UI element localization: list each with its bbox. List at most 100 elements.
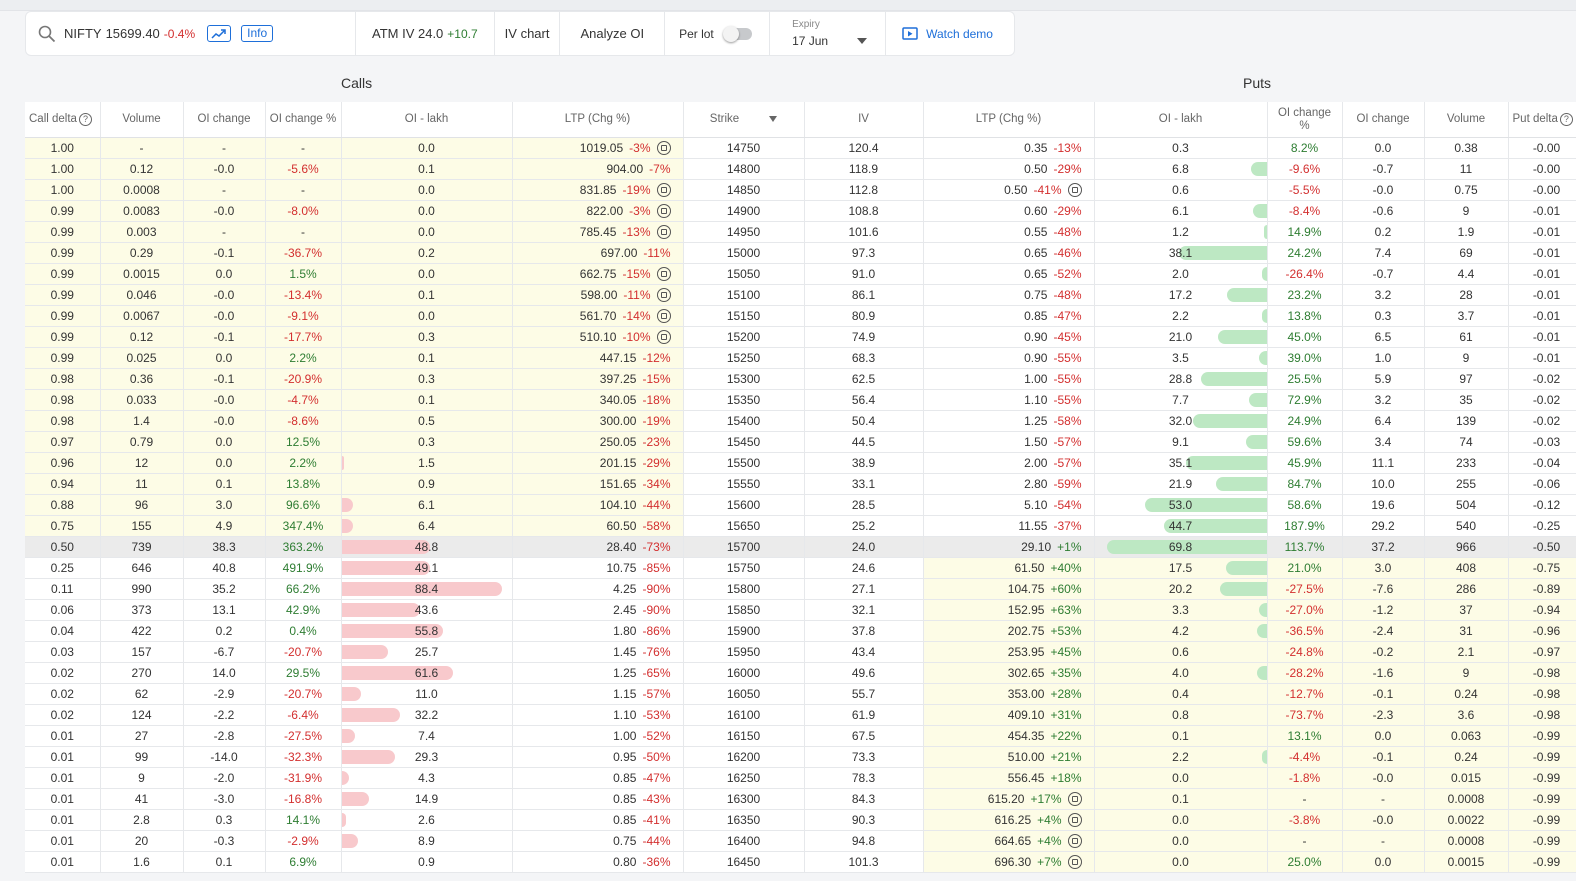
put-ltp: 664.65	[994, 833, 1032, 848]
col-call-delta[interactable]: Call delta?	[25, 102, 101, 138]
table-row[interactable]: 0.96 12 0.0 2.2% 1.5 201.15 -29% 15500 38.9 2.00-…	[25, 452, 1576, 474]
strike-cell: 15550	[683, 473, 805, 495]
call-oi-change-pct-cell: -8.0%	[265, 200, 342, 222]
iv-chart-button[interactable]: IV chart	[495, 12, 561, 55]
table-row[interactable]: 0.99 0.0067 -0.0 -9.1% 0.0 561.70 -14% 15150 80.…	[25, 305, 1576, 327]
table-row[interactable]: 0.99 0.046 -0.0 -13.4% 0.1 598.00 -11% 15100 86.…	[25, 284, 1576, 306]
strike-cell: 15700	[683, 536, 805, 558]
col-call-ltp[interactable]: LTP (Chg %)	[512, 102, 684, 138]
col-strike[interactable]: Strike	[683, 102, 805, 138]
table-row[interactable]: 0.01 20 -0.3 -2.9% 8.9 0.75 -44% 16400 94.8 664.6…	[25, 830, 1576, 852]
col-put-volume[interactable]: Volume	[1424, 102, 1509, 138]
strike-cell: 15950	[683, 641, 805, 663]
table-row[interactable]: 0.04 422 0.2 0.4% 55.8 1.80 -86% 15900 37.8 202.7…	[25, 620, 1576, 642]
table-row[interactable]: 0.25 646 40.8 491.9% 49.1 10.75 -85% 15750 24.6 6…	[25, 557, 1576, 579]
table-row[interactable]: 0.01 9 -2.0 -31.9% 4.3 0.85 -47% 16250 78.3 556.4…	[25, 767, 1576, 789]
table-row[interactable]: 0.01 27 -2.8 -27.5% 7.4 1.00 -52% 16150 67.5 454.…	[25, 725, 1576, 747]
call-ltp-cell: 28.40 -73%	[512, 536, 684, 558]
info-button[interactable]: Info	[241, 25, 274, 42]
put-oi-bar	[1250, 162, 1266, 176]
table-row[interactable]: 0.11 990 35.2 66.2% 88.4 4.25 -90% 15800 27.1 104…	[25, 578, 1576, 600]
table-row[interactable]: 1.00 0.0008- -0.0 831.85 -19% 14850 112.8 0.50-…	[25, 179, 1576, 201]
call-delta: 0.98	[50, 414, 74, 428]
analyze-oi-button[interactable]: Analyze OI	[560, 12, 666, 55]
col-iv[interactable]: IV	[804, 102, 924, 138]
table-row[interactable]: 0.01 2.8 0.3 14.1% 2.6 0.85 -41% 16350 90.3 616.2…	[25, 809, 1576, 831]
sort-down-icon[interactable]	[769, 115, 778, 122]
table-row[interactable]: 0.75 155 4.9 347.4% 6.4 60.50 -58% 15650 25.2 11.…	[25, 515, 1576, 537]
table-row[interactable]: 0.88 96 3.0 96.6% 6.1 104.10 -44% 15600 28.5 5.10…	[25, 494, 1576, 516]
help-icon[interactable]: ?	[1559, 113, 1573, 126]
watch-demo-button[interactable]: Watch demo	[886, 12, 993, 55]
call-oi-change-pct: -4.7%	[287, 393, 319, 407]
col-put-oi-change-pct[interactable]: OI change %	[1267, 102, 1343, 138]
table-row[interactable]: 0.99 0.29 -0.1 -36.7% 0.2 697.00 -11% 15000 97.3…	[25, 242, 1576, 264]
table-row[interactable]: 0.02 270 14.0 29.5% 61.6 1.25 -65% 16000 49.6 302…	[25, 662, 1576, 684]
per-lot-toggle[interactable]	[722, 25, 752, 42]
call-oi-change-cell: -0.1	[183, 368, 266, 390]
call-volume: 9	[138, 771, 145, 785]
table-row[interactable]: 1.00 0.12 -0.0 -5.6% 0.1 904.00 -7% 14800 118.9 0…	[25, 158, 1576, 180]
call-delta: 0.06	[50, 603, 74, 617]
table-row[interactable]: 0.98 1.4 -0.0 -8.6% 0.5 300.00 -19% 15400 50.4 1.…	[25, 410, 1576, 432]
col-call-oi[interactable]: OI - lakh	[341, 102, 513, 138]
col-put-delta[interactable]: Put delta?	[1508, 102, 1576, 138]
table-row[interactable]: 0.02 124 -2.2 -6.4% 32.2 1.10 -53% 16100 61.9 409…	[25, 704, 1576, 726]
table-row[interactable]: 0.97 0.79 0.0 12.5% 0.3 250.05 -23% 15450 44.5 1.…	[25, 431, 1576, 453]
call-oi-change-pct-cell: 363.2%	[265, 536, 342, 558]
call-ltp-change: -36%	[642, 855, 671, 869]
call-volume: 0.29	[129, 246, 154, 260]
put-oi-change-pct-cell: 25.0%	[1267, 851, 1343, 873]
price-chart-button[interactable]	[207, 25, 232, 42]
put-ltp-change: -29%	[1053, 204, 1082, 218]
table-row[interactable]: 0.98 0.033 -0.0 -4.7% 0.1 340.05 -18% 15350 56.4…	[25, 389, 1576, 411]
table-row[interactable]: 0.98 0.36 -0.1 -20.9% 0.3 397.25 -15% 15300 62.5…	[25, 368, 1576, 390]
iv-cell: 112.8	[804, 179, 924, 201]
put-ltp: 0.60	[1024, 204, 1048, 218]
call-delta-cell: 0.98	[25, 368, 101, 390]
call-ltp: 1.10	[613, 708, 637, 722]
table-row[interactable]: 0.50 739 38.3 363.2% 48.8 28.40 -73% 15700 24.0 2…	[25, 536, 1576, 558]
put-oi-cell: 21.0	[1094, 326, 1268, 348]
symbol-search[interactable]: NIFTY 15699.40 -0.4% Info	[26, 12, 356, 55]
table-row[interactable]: 0.01 99 -14.0 -32.3% 29.3 0.95 -50% 16200 73.3 51…	[25, 746, 1576, 768]
put-volume: 0.75	[1454, 183, 1478, 197]
iv: 67.5	[851, 729, 876, 743]
put-oi-value: 17.2	[1168, 288, 1193, 302]
put-oi-change: 3.4	[1374, 435, 1392, 449]
col-put-ltp[interactable]: LTP (Chg %)	[923, 102, 1095, 138]
table-row[interactable]: 0.94 11 0.1 13.8% 0.9 151.65 -34% 15550 33.1 2.80…	[25, 473, 1576, 495]
col-call-oi-change-pct[interactable]: OI change %	[265, 102, 342, 138]
put-oi-value: 53.0	[1168, 498, 1193, 512]
table-row[interactable]: 0.99 0.0083 -0.0 -8.0% 0.0 822.00 -3% 14900 108.…	[25, 200, 1576, 222]
strike: 16350	[726, 813, 761, 827]
col-put-oi-change[interactable]: OI change	[1342, 102, 1425, 138]
option-chain-table: Call delta? Volume OI change OI change %…	[25, 102, 1576, 873]
table-row[interactable]: 0.02 62 -2.9 -20.7% 11.0 1.15 -57% 16050 55.7 353…	[25, 683, 1576, 705]
call-volume: 739	[131, 540, 152, 554]
call-oi-change-pct-cell: 96.6%	[265, 494, 342, 516]
call-oi-change-cell: 14.0	[183, 662, 266, 684]
table-row[interactable]: 0.01 1.6 0.1 6.9% 0.9 0.80 -36% 16450 101.3 696.3…	[25, 851, 1576, 873]
col-call-oi-change[interactable]: OI change	[183, 102, 266, 138]
call-oi-change-pct-cell: 42.9%	[265, 599, 342, 621]
put-oi-change-pct: 45.0%	[1287, 330, 1322, 344]
col-put-oi[interactable]: OI - lakh	[1094, 102, 1268, 138]
call-volume-cell: 0.12	[100, 158, 184, 180]
call-oi-change: 35.2	[212, 582, 236, 596]
table-row[interactable]: 0.99 0.025 0.0 2.2% 0.1 447.15 -12% 15250 68.3 0.…	[25, 347, 1576, 369]
table-row[interactable]: 0.99 0.0015 0.0 1.5% 0.0 662.75 -15% 15050 91.0 0…	[25, 263, 1576, 285]
table-row[interactable]: 0.99 0.12 -0.1 -17.7% 0.3 510.10 -10% 15200 74.9…	[25, 326, 1576, 348]
expiry-select[interactable]: Expiry 17 Jun	[770, 12, 887, 55]
table-row[interactable]: 0.06 373 13.1 42.9% 43.6 2.45 -90% 15850 32.1 152…	[25, 599, 1576, 621]
table-row[interactable]: 0.99 0.003 - - 0.0 785.45 -13% 14950 101.6 0.55 -4…	[25, 221, 1576, 243]
table-row[interactable]: 0.01 41 -3.0 -16.8% 14.9 0.85 -43% 16300 84.3 615…	[25, 788, 1576, 810]
table-row[interactable]: 1.00- - -0.0 1019.05 -3% 14750 120.4 0.35 -13% 0.…	[25, 137, 1576, 159]
col-call-volume[interactable]: Volume	[100, 102, 184, 138]
table-row[interactable]: 0.03 157 -6.7 -20.7% 25.7 1.45 -76% 15950 43.4 25…	[25, 641, 1576, 663]
help-icon[interactable]: ?	[78, 113, 92, 126]
iv: 38.9	[851, 456, 876, 470]
put-oi-change: 1.0	[1374, 351, 1392, 365]
call-oi-change: -0.0	[213, 414, 235, 428]
call-oi-change-pct: -8.0%	[287, 204, 319, 218]
